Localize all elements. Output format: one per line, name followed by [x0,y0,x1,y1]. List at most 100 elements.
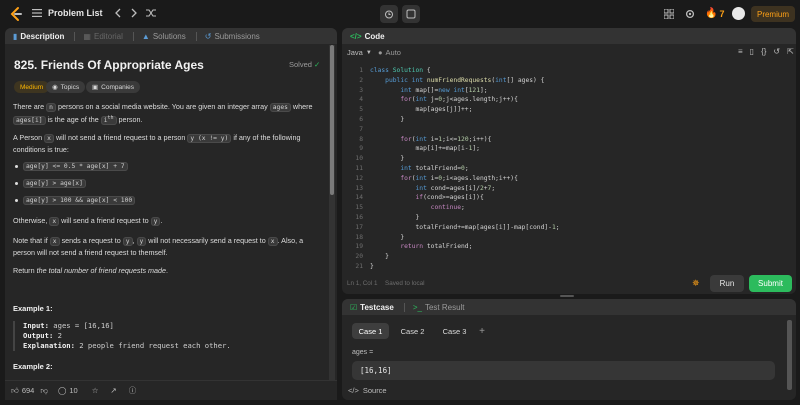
thumbs-up-icon: 👍︎ [11,385,19,395]
case-tab-3[interactable]: Case 3 [436,323,473,339]
difficulty-badge[interactable]: Medium [14,81,50,93]
debug-icon[interactable]: ✵ [692,278,700,289]
code-line[interactable]: } [370,252,389,262]
topics-tag[interactable]: ◉ Topics [46,81,86,93]
tab-submissions[interactable]: ↺ Submissions [205,32,260,41]
bookmark-icon[interactable]: ▯ [750,47,754,56]
example-2-heading: Example 2: [13,362,53,371]
share-icon[interactable]: ↗ [110,386,116,395]
expand-icon[interactable]: ⇱ [787,47,794,56]
code-line[interactable]: totalFriend+=map[ages[i]]-map[cond]-1; [370,223,559,233]
scroll-thumb[interactable] [330,45,334,195]
code-line[interactable]: for(int j=0;j<ages.length;j++){ [370,95,518,105]
divider [195,31,197,41]
chevron-right-icon[interactable] [130,8,138,18]
line-number: 21 [355,263,363,270]
code-line[interactable]: continue; [370,203,465,213]
help-icon[interactable]: ⓘ [129,385,137,396]
code-line[interactable]: } [370,262,374,272]
streak-counter[interactable]: 🔥 7 [705,8,724,19]
tab-description[interactable]: ▮ Description [13,32,64,41]
tab-code[interactable]: </> Code [350,32,385,41]
alarm-button[interactable] [380,5,398,23]
list-item: age[y] > age[x] [15,179,86,188]
tab-solutions[interactable]: ▲ Solutions [142,32,186,41]
tab-editorial[interactable]: ▦ Editorial [83,32,122,41]
case-tab-1[interactable]: Case 1 [352,323,389,339]
explanation-value: 2 people friend request each other. [79,341,231,350]
code-line[interactable]: if(cond>=ages[i]){ [370,193,484,203]
auto-toggle[interactable]: ● Auto [378,48,401,57]
testcase-input[interactable]: [16,16] [352,361,775,380]
tab-testcase[interactable]: ☑ Testcase [350,303,394,312]
code-tabs: </> Code [342,28,796,44]
submit-button[interactable]: Submit [749,275,792,292]
tab-testcase-label: Testcase [360,302,394,312]
star-icon[interactable]: ☆ [92,386,99,395]
text: will not necessarily send a request to [148,236,266,245]
emphasis: the total number of friend requests made [36,266,167,275]
code-line[interactable]: return totalFriend; [370,242,472,252]
comments-button[interactable]: ◯ 10 [58,386,78,395]
resize-handle[interactable] [560,295,574,297]
alarm-icon [385,10,393,19]
code-line[interactable]: map[i]+=map[i-1]; [370,144,479,154]
code-icon: </> [348,386,359,395]
add-case-button[interactable]: + [475,323,489,339]
flask-icon: ▲ [141,31,150,41]
code-line[interactable]: int map[]=new int[121]; [370,86,487,96]
inline-code: y (x != y) [187,134,232,143]
tab-description-label: Description [20,31,65,41]
code-line[interactable]: map[ages[j]]++; [370,105,472,115]
paragraph-5: Return the total number of friend reques… [13,265,318,276]
premium-button[interactable]: Premium [751,6,795,22]
case-tab-2[interactable]: Case 2 [394,323,431,339]
chevron-left-icon[interactable] [114,8,122,18]
line-number: 11 [355,165,363,172]
inline-code: n [46,103,56,112]
description-scrollbar[interactable] [329,45,335,380]
tab-test-result[interactable]: >_ Test Result [413,303,465,312]
list-item: age[y] > 100 && age[x] < 100 [15,196,136,205]
text: Otherwise, [13,216,48,225]
like-button[interactable]: 👍︎ 694 [11,385,34,397]
logo-icon[interactable] [8,6,24,22]
thumbs-down-icon[interactable]: 👎︎ [40,386,48,396]
description-footer: 👍︎ 694 👎︎ ◯ 10 ☆ ↗ ⓘ [5,380,337,400]
reset-icon[interactable]: ↺ [773,47,780,56]
language-value: Java [347,48,363,57]
code-line[interactable]: } [370,213,419,223]
shuffle-icon[interactable] [146,8,157,18]
source-button[interactable]: </> Source [348,386,387,395]
format-icon[interactable]: ≡ [738,47,743,56]
gear-icon[interactable] [685,9,695,19]
code-line[interactable]: for(int i=0;i<ages.length;i++){ [370,174,518,184]
checkbox-icon: ☑ [350,302,358,312]
code-line[interactable]: } [370,154,404,164]
notes-button[interactable] [402,5,420,23]
inline-code: ages[i] [13,116,46,126]
code-line[interactable]: int totalFriend=0; [370,164,468,174]
bullet [15,181,18,185]
document-icon: ▮ [13,31,18,41]
inline-code: x [49,217,60,226]
code-line[interactable]: } [370,233,404,243]
code-line[interactable]: class Solution { [370,66,431,76]
code-icon: </> [350,31,362,41]
problem-list-button[interactable]: Problem List [32,8,103,18]
run-button[interactable]: Run [710,275,744,292]
text: will not send a friend request to a pers… [55,133,186,142]
braces-icon[interactable]: {} [761,47,766,56]
code-line[interactable]: } [370,115,404,125]
divider [74,31,76,41]
language-select[interactable]: Java ▼ [347,48,372,57]
inline-code: y [122,237,133,246]
code-line[interactable]: for(int i=1;i<=120;i++){ [370,135,491,145]
testcase-scrollbar[interactable] [787,320,792,390]
grid-icon[interactable] [664,9,674,19]
companies-tag[interactable]: ▣ Companies [86,81,141,93]
code-line[interactable]: public int numFriendRequests(int[] ages)… [370,76,544,86]
avatar[interactable] [732,7,745,20]
code-line[interactable]: int cond=ages[i]/2+7; [370,184,496,194]
line-number: 17 [355,223,363,231]
